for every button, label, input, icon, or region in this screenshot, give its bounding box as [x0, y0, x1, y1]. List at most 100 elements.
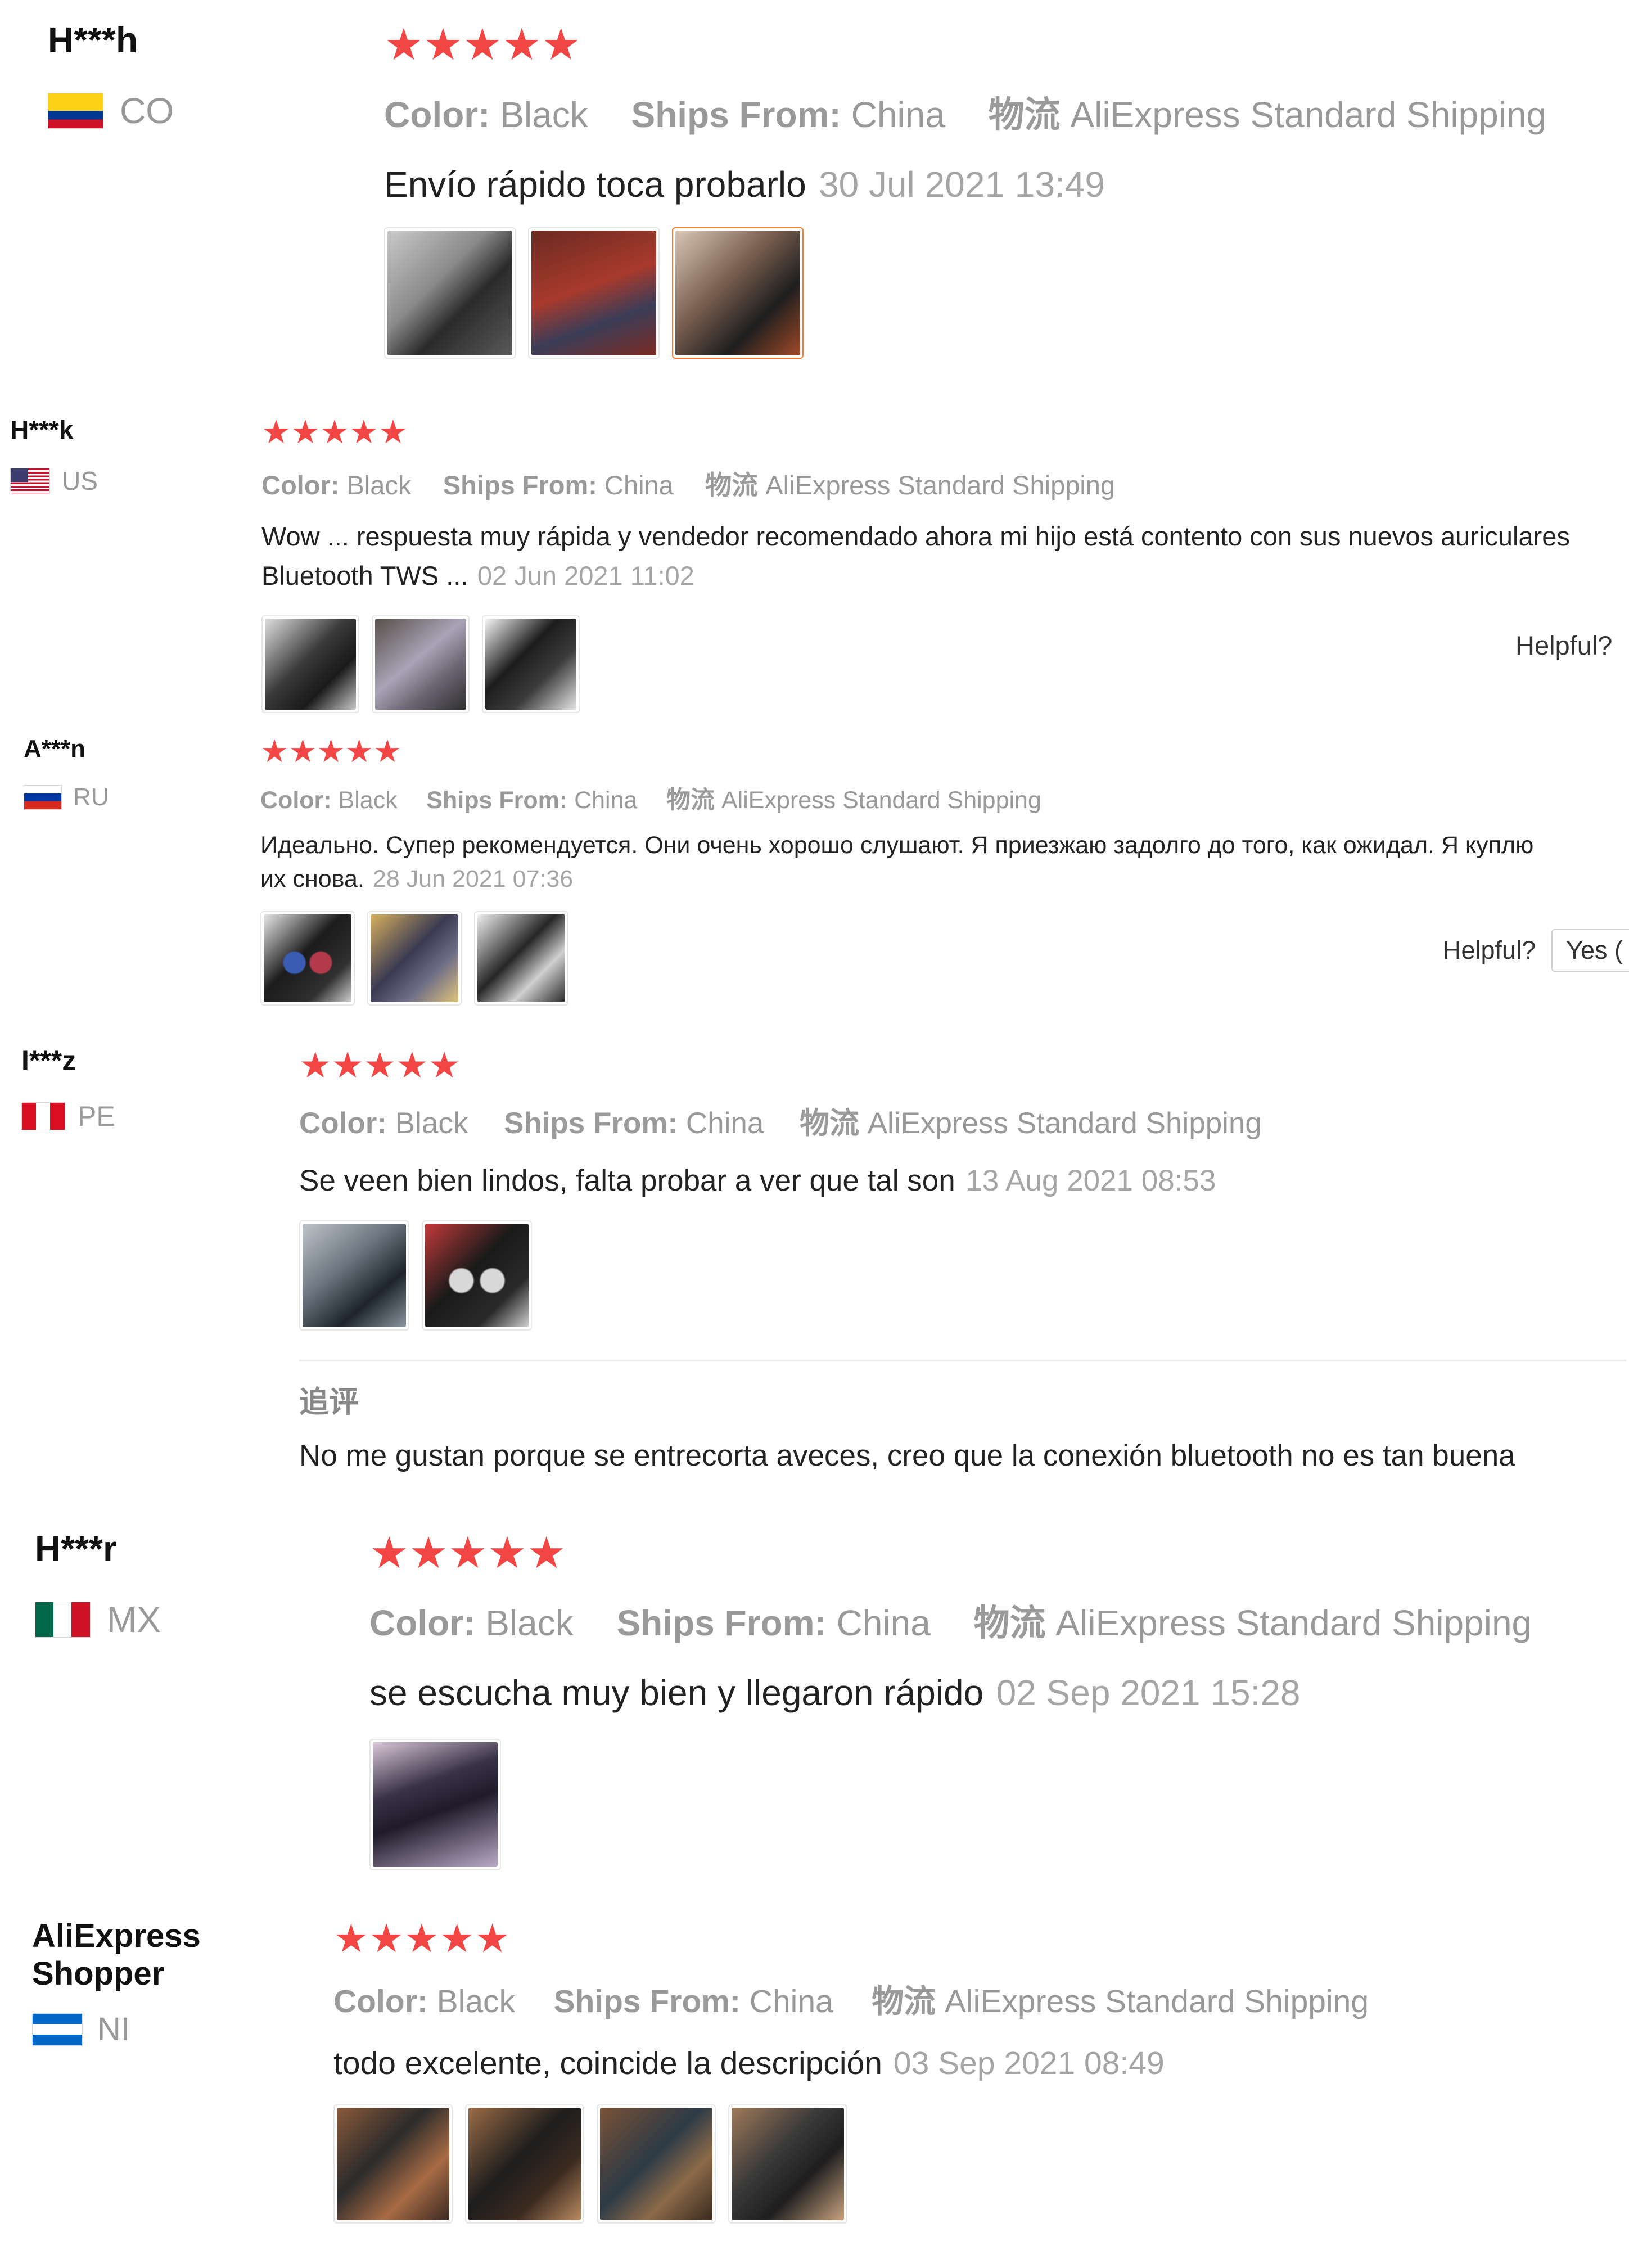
- review-photo[interactable]: [372, 615, 470, 713]
- country-code: RU: [73, 783, 109, 811]
- review-content: se escucha muy bien y llegaron rápido: [369, 1672, 984, 1714]
- flag-mx-icon: [35, 1601, 91, 1638]
- review-photo[interactable]: [367, 910, 462, 1006]
- star-icon: ★: [526, 1528, 566, 1577]
- star-rating: ★ ★ ★ ★ ★: [299, 1047, 1626, 1083]
- review-date: 30 Jul 2021 13:49: [819, 164, 1105, 205]
- review-photo[interactable]: [482, 615, 580, 713]
- review-photo[interactable]: [422, 1220, 532, 1331]
- color-value: Black: [436, 1983, 516, 2020]
- ships-from-value: China: [604, 470, 674, 500]
- helpful-prompt: Helpful?: [1515, 630, 1612, 661]
- review-content-line1: Идеально. Супер рекомендуется. Они очень…: [260, 832, 1534, 859]
- reviewer-info: AliExpress Shopper NI: [32, 1918, 201, 2048]
- color-label: Color:: [369, 1603, 476, 1644]
- photo-image: [265, 618, 356, 710]
- helpful-prompt: Helpful? Yes (: [1443, 929, 1629, 972]
- ships-from-label: Ships From:: [631, 94, 841, 136]
- helpful-yes-button[interactable]: Yes (: [1551, 929, 1629, 972]
- reviewer-country: CO: [48, 90, 174, 132]
- review-photo[interactable]: [465, 2104, 584, 2224]
- star-icon: ★: [487, 1528, 527, 1577]
- country-code: NI: [97, 2011, 130, 2048]
- flag-ru-icon: [24, 784, 62, 810]
- star-icon: ★: [261, 414, 291, 450]
- star-icon: ★: [288, 733, 317, 769]
- review-photos: [260, 910, 1621, 1006]
- photo-image: [373, 1742, 498, 1868]
- shipping-method: AliExpress Standard Shipping: [721, 786, 1041, 814]
- helpful-label: Helpful?: [1515, 630, 1613, 660]
- review-body: ★ ★ ★ ★ ★ Color: Black Ships From: China 物流 …: [299, 1047, 1626, 1478]
- review-photo[interactable]: [299, 1220, 409, 1331]
- sku-info: Color: Black Ships From: China 物流 AliExp…: [384, 86, 1590, 138]
- star-rating: ★ ★ ★ ★ ★: [333, 1919, 1407, 1958]
- country-code: MX: [106, 1599, 161, 1640]
- review-photo-selected[interactable]: [672, 227, 804, 359]
- flag-us-icon: [10, 467, 51, 494]
- review-photo[interactable]: [384, 227, 516, 359]
- star-rating: ★ ★ ★ ★ ★: [261, 416, 1622, 449]
- reviewer-info: H***r MX: [35, 1528, 161, 1640]
- review-content-line1: Wow ... respuesta muy rápida y vendedor …: [261, 521, 1570, 551]
- color-label: Color:: [299, 1107, 387, 1140]
- star-icon: ★: [299, 1045, 332, 1085]
- photo-image: [387, 231, 512, 356]
- star-icon: ★: [333, 1917, 369, 1960]
- review-photo[interactable]: [369, 1739, 501, 1871]
- review-photo[interactable]: [474, 910, 568, 1006]
- ships-from-value: China: [836, 1603, 931, 1644]
- country-code: PE: [78, 1100, 115, 1132]
- star-icon: ★: [475, 1917, 510, 1960]
- flag-co-icon: [48, 92, 104, 129]
- star-icon: ★: [320, 414, 349, 450]
- star-icon: ★: [502, 20, 542, 69]
- ships-from-value: China: [685, 1107, 764, 1140]
- review-body: ★ ★ ★ ★ ★ Color: Black Ships From: China 物流 …: [369, 1528, 1575, 1871]
- star-icon: ★: [428, 1045, 461, 1085]
- followup-text: No me gustan porque se entrecorta aveces…: [299, 1439, 1515, 1472]
- logistics-label: 物流: [973, 1603, 1046, 1644]
- sku-info: Color: Black Ships From: China 物流 AliExp…: [369, 1594, 1575, 1646]
- flag-ni-icon: [32, 2013, 83, 2046]
- review-photo[interactable]: [333, 2104, 453, 2224]
- star-icon: ★: [345, 733, 373, 769]
- review-date: 02 Jun 2021 11:02: [477, 561, 694, 591]
- photo-image: [371, 914, 458, 1002]
- review-photos: [261, 615, 1622, 713]
- reviewer-name: A***n: [24, 735, 86, 763]
- review-text: todo excelente, coincide la descripción 0…: [333, 2040, 1407, 2088]
- reviewer-name: H***k: [10, 415, 74, 444]
- reviewer-country: RU: [24, 783, 109, 811]
- shipping-method: AliExpress Standard Shipping: [867, 1107, 1262, 1140]
- color-value: Black: [500, 94, 588, 136]
- star-icon: ★: [373, 733, 402, 769]
- color-value: Black: [346, 470, 412, 500]
- review-text: Идеально. Супер рекомендуется. Они очень…: [260, 828, 1621, 896]
- review-photo[interactable]: [261, 615, 359, 713]
- reviewer-info: H***k US: [10, 415, 98, 496]
- review-photo[interactable]: [260, 910, 355, 1006]
- review-photo[interactable]: [728, 2104, 847, 2224]
- review-body: ★ ★ ★ ★ ★ Color: Black Ships From: China 物流 …: [261, 416, 1622, 713]
- review-date: 02 Sep 2021 15:28: [996, 1672, 1301, 1714]
- star-rating: ★ ★ ★ ★ ★: [260, 736, 1621, 767]
- review-photo[interactable]: [528, 227, 660, 359]
- ships-from-label: Ships From:: [443, 470, 597, 500]
- sku-info: Color: Black Ships From: China 物流 AliExp…: [299, 1099, 1626, 1142]
- reviewer-country: NI: [32, 2010, 201, 2048]
- photo-image: [264, 914, 351, 1002]
- review-text: se escucha muy bien y llegaron rápido 02 …: [369, 1666, 1575, 1720]
- review-photos: [384, 227, 1590, 359]
- review-date: 13 Aug 2021 08:53: [965, 1164, 1216, 1198]
- followup-label: 追评: [299, 1385, 359, 1419]
- star-icon: ★: [260, 733, 289, 769]
- review-photo[interactable]: [597, 2104, 716, 2224]
- review-photos: [299, 1220, 1626, 1331]
- ships-from-value: China: [749, 1983, 833, 2020]
- ships-from-label: Ships From:: [503, 1107, 678, 1140]
- logistics-label: 物流: [705, 470, 759, 500]
- reviewer-name: H***r: [35, 1528, 117, 1569]
- shipping-method: AliExpress Standard Shipping: [765, 470, 1116, 500]
- photo-image: [303, 1223, 406, 1327]
